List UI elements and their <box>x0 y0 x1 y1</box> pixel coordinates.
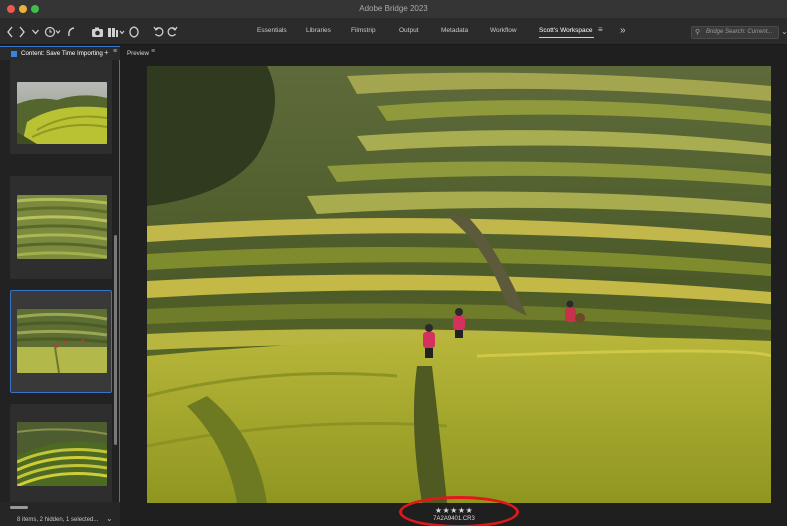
view-options-chevron-icon[interactable]: ⌄ <box>106 514 113 523</box>
content-panel-header: Content: Save Time Importing + ≡ <box>0 46 120 60</box>
title-bar: Adobe Bridge 2023 <box>0 0 787 19</box>
preview-panel-title[interactable]: Preview <box>127 50 149 57</box>
workspace-menu-icon[interactable]: ≡ <box>598 25 603 34</box>
rotate-counterclockwise-icon[interactable] <box>153 24 164 40</box>
terraces-sunset-thumb[interactable] <box>17 422 107 486</box>
thumbnail-cell[interactable] <box>10 60 112 154</box>
search-placeholder: Bridge Search: Current... <box>706 29 773 35</box>
terraced-hill-thumb[interactable] <box>17 82 107 144</box>
workspace-scotts-workspace[interactable]: Scott's Workspace <box>539 27 593 34</box>
go-to-parent-chevron-icon[interactable] <box>31 24 40 40</box>
preview-panel-header: Preview ≡ <box>121 46 787 60</box>
content-status-text: 8 items, 2 hidden, 1 selected... <box>17 517 99 523</box>
annotation-highlight-circle <box>399 496 519 526</box>
workspace-output[interactable]: Output <box>399 27 419 34</box>
content-scrollbar[interactable] <box>114 60 118 500</box>
recent-clock-icon[interactable] <box>44 24 62 40</box>
thumbnail-size-slider[interactable] <box>10 506 28 509</box>
content-scrollbar-thumb[interactable] <box>114 235 117 445</box>
creative-cloud-icon[interactable] <box>128 24 140 40</box>
workspace-libraries[interactable]: Libraries <box>306 27 331 34</box>
forward-icon[interactable] <box>18 24 26 40</box>
toolbar: Essentials Libraries Filmstrip Output Me… <box>0 19 787 45</box>
bridge-window: Adobe Bridge 2023 Essentials Libraries F… <box>0 0 787 526</box>
window-title: Adobe Bridge 2023 <box>359 4 428 13</box>
workspace-workflow[interactable]: Workflow <box>490 27 517 34</box>
add-panel-icon[interactable]: + <box>104 48 109 57</box>
thumbnail-cell-selected[interactable] <box>10 290 112 393</box>
workspace-essentials[interactable]: Essentials <box>257 27 287 34</box>
rotate-clockwise-icon[interactable] <box>167 24 178 40</box>
workspace-metadata[interactable]: Metadata <box>441 27 468 34</box>
thumbnail-list <box>9 60 113 502</box>
chevron-double-right-icon[interactable]: » <box>620 25 626 36</box>
back-icon[interactable] <box>6 24 14 40</box>
thumbnail-cell[interactable] <box>10 404 112 502</box>
panel-active-indicator <box>11 51 17 57</box>
workspace-filmstrip[interactable]: Filmstrip <box>351 27 376 34</box>
content-panel-footer: 8 items, 2 hidden, 1 selected... ⌄ <box>0 502 120 526</box>
get-photos-camera-icon[interactable] <box>91 24 105 40</box>
search-dropdown-chevron-icon[interactable]: ⌄ <box>781 27 787 36</box>
preview-image[interactable] <box>147 66 771 503</box>
content-panel-title[interactable]: Content: Save Time Importing <box>21 50 103 57</box>
panel-menu-icon[interactable]: ≡ <box>113 48 117 55</box>
search-icon: ⚲ <box>695 29 701 36</box>
panel-menu-icon[interactable]: ≡ <box>151 48 155 55</box>
terraces-curves-thumb[interactable] <box>17 195 107 259</box>
preview-panel: Preview ≡ ★★★★★ 7A2A9401.CR3 <box>121 46 787 526</box>
return-to-boomerang-icon[interactable] <box>66 24 76 40</box>
terraces-people-thumb[interactable] <box>17 309 107 373</box>
active-workspace-underline <box>539 37 594 38</box>
thumbnail-cell[interactable] <box>10 176 112 279</box>
content-panel: Content: Save Time Importing + ≡ 8 items… <box>0 46 120 526</box>
refine-icon[interactable] <box>107 24 125 40</box>
bridge-search-input[interactable]: ⚲ Bridge Search: Current... <box>691 26 779 39</box>
